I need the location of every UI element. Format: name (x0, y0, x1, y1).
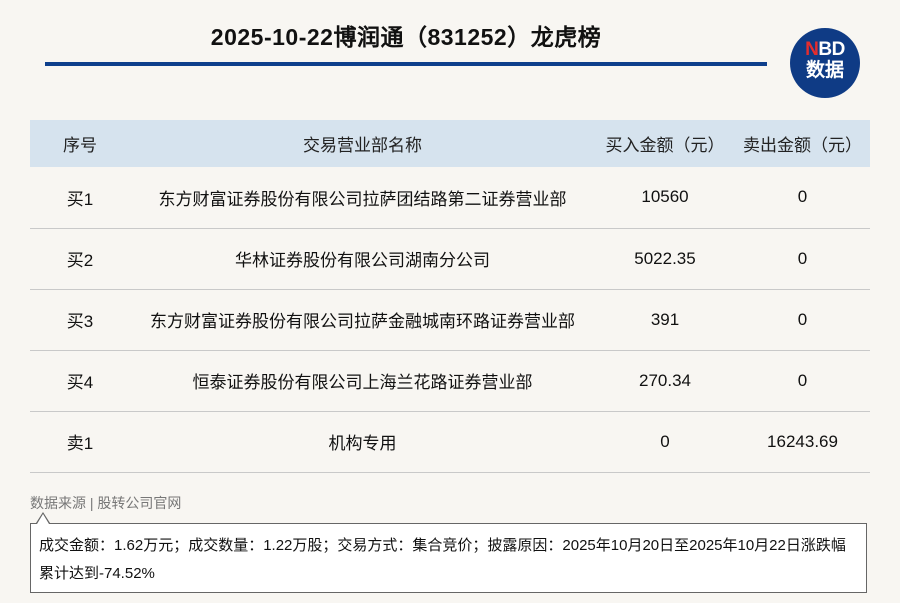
table-row: 买4 恒泰证券股份有限公司上海兰花路证券营业部 270.34 0 (30, 350, 870, 412)
col-header-seq: 序号 (30, 120, 130, 167)
col-header-sell: 卖出金额（元） (735, 120, 870, 167)
cell-sell: 0 (735, 167, 870, 229)
cell-branch: 恒泰证券股份有限公司上海兰花路证券营业部 (130, 350, 595, 412)
cell-buy: 10560 (595, 167, 735, 229)
cell-buy: 391 (595, 289, 735, 351)
logo-letters-bd: BD (818, 39, 845, 60)
cell-seq: 买4 (30, 350, 130, 412)
cell-seq: 买3 (30, 289, 130, 351)
cell-seq: 买1 (30, 167, 130, 229)
cell-seq: 买2 (30, 228, 130, 290)
cell-sell: 0 (735, 350, 870, 412)
cell-sell: 16243.69 (735, 411, 870, 473)
cell-buy: 0 (595, 411, 735, 473)
nbd-logo: NBD 数据 (790, 28, 860, 98)
cell-buy: 5022.35 (595, 228, 735, 290)
cell-sell: 0 (735, 289, 870, 351)
table-row: 买3 东方财富证券股份有限公司拉萨金融城南环路证券营业部 391 0 (30, 289, 870, 351)
table-row: 卖1 机构专用 0 16243.69 (30, 411, 870, 473)
page-title: 2025-10-22博润通（831252）龙虎榜 (210, 24, 602, 50)
cell-buy: 270.34 (595, 350, 735, 412)
logo-text-bottom: 数据 (805, 60, 844, 81)
dragon-tiger-table: 序号 交易营业部名称 买入金额（元） 卖出金额（元） 买1 东方财富证券股份有限… (30, 120, 870, 473)
table-row: 买1 东方财富证券股份有限公司拉萨团结路第二证券营业部 10560 0 (30, 167, 870, 229)
cell-seq: 卖1 (30, 411, 130, 473)
cell-branch: 东方财富证券股份有限公司拉萨金融城南环路证券营业部 (130, 289, 595, 351)
cell-branch: 东方财富证券股份有限公司拉萨团结路第二证券营业部 (130, 167, 595, 229)
col-header-buy: 买入金额（元） (595, 120, 735, 167)
data-source: 数据来源 | 股转公司官网 (30, 495, 182, 511)
logo-text-top: NBD (790, 40, 860, 60)
table-row: 买2 华林证券股份有限公司湖南分公司 5022.35 0 (30, 228, 870, 290)
title-divider (45, 62, 767, 66)
trade-note-box: 成交金额：1.62万元；成交数量：1.22万股；交易方式：集合竞价；披露原因：2… (30, 523, 867, 593)
cell-branch: 机构专用 (130, 411, 595, 473)
logo-letter-n: N (805, 39, 819, 60)
cell-sell: 0 (735, 228, 870, 290)
table-header-row: 序号 交易营业部名称 买入金额（元） 卖出金额（元） (30, 120, 870, 167)
note-pointer-fill (37, 514, 49, 524)
cell-branch: 华林证券股份有限公司湖南分公司 (130, 228, 595, 290)
col-header-branch: 交易营业部名称 (130, 120, 595, 167)
